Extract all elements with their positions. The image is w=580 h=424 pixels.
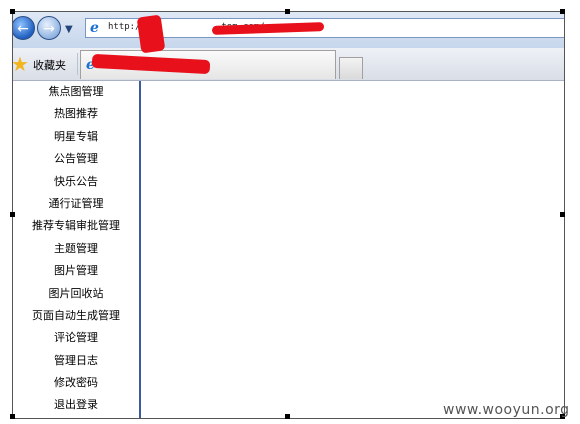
resize-handle[interactable] <box>10 9 15 14</box>
menu-item-page-generation[interactable]: 页面自动生成管理 <box>13 305 139 327</box>
resize-handle[interactable] <box>10 414 15 419</box>
menu-item-topics[interactable]: 主题管理 <box>13 238 139 260</box>
toolbar-divider <box>77 53 78 75</box>
menu-item-focus-image[interactable]: 焦点图管理 <box>13 81 139 103</box>
resize-handle[interactable] <box>285 9 290 14</box>
admin-sidebar: 焦点图管理 热图推荐 明星专辑 公告管理 快乐公告 通行证管理 推荐专辑审批管理… <box>13 81 141 418</box>
watermark-text: www.wooyun.org <box>443 402 570 418</box>
menu-item-admin-log[interactable]: 管理日志 <box>13 350 139 372</box>
resize-handle[interactable] <box>560 212 565 217</box>
menu-item-change-password[interactable]: 修改密码 <box>13 372 139 394</box>
menu-item-album-approval[interactable]: 推荐专辑审批管理 <box>13 215 139 237</box>
chevron-down-icon[interactable]: ▼ <box>65 24 73 35</box>
resize-handle[interactable] <box>10 212 15 217</box>
ie-page-icon: e <box>90 20 99 36</box>
forward-arrow-icon[interactable]: → <box>37 16 61 40</box>
menu-item-image-recycle-bin[interactable]: 图片回收站 <box>13 283 139 305</box>
resize-handle[interactable] <box>285 414 290 419</box>
new-tab-button[interactable] <box>339 57 363 79</box>
browser-window: ← → ▼ e http://.tom.com/ ★ 收藏夹 e 焦点图管理 热… <box>12 11 565 419</box>
menu-item-passport[interactable]: 通行证管理 <box>13 193 139 215</box>
menu-item-star-albums[interactable]: 明星专辑 <box>13 126 139 148</box>
menu-item-comments[interactable]: 评论管理 <box>13 327 139 349</box>
menu-item-happy-announcements[interactable]: 快乐公告 <box>13 171 139 193</box>
resize-handle[interactable] <box>560 9 565 14</box>
menu-item-announcements[interactable]: 公告管理 <box>13 148 139 170</box>
redaction-mark <box>136 14 166 54</box>
back-arrow-icon[interactable]: ← <box>13 16 35 40</box>
menu-item-images[interactable]: 图片管理 <box>13 260 139 282</box>
menu-item-hot-images[interactable]: 热图推荐 <box>13 103 139 125</box>
favorites-star-icon[interactable]: ★ <box>13 52 29 76</box>
menu-item-logout[interactable]: 退出登录 <box>13 394 139 416</box>
favorites-button[interactable]: 收藏夹 <box>33 57 66 73</box>
main-content-frame <box>141 81 564 418</box>
